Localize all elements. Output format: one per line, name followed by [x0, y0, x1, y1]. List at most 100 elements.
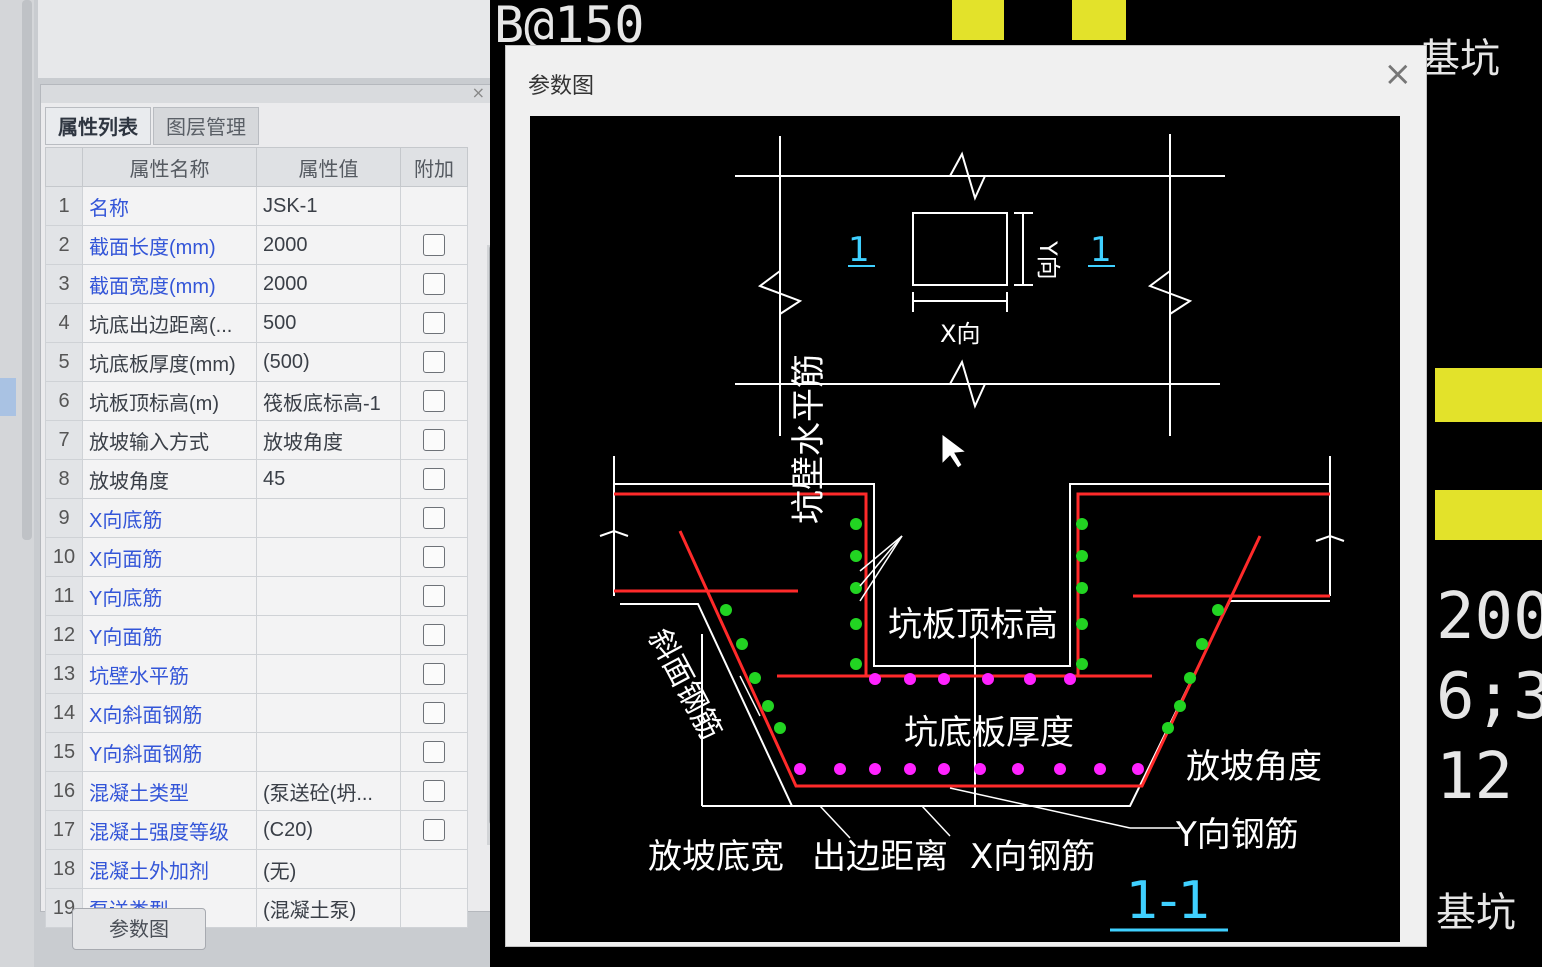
property-value[interactable]: (C20): [256, 810, 401, 850]
close-icon[interactable]: ×: [1384, 54, 1413, 94]
label-edge-distance: 出边距离: [812, 837, 948, 877]
extra-checkbox[interactable]: [423, 780, 445, 803]
table-row[interactable]: 11 Y向底筋: [45, 576, 468, 616]
row-index: 1: [45, 186, 83, 226]
edge-scrollbar[interactable]: [22, 0, 32, 540]
property-name: 混凝土强度等级: [82, 810, 257, 850]
extra-cell: [400, 342, 468, 382]
label-wall-horizontal-bar: 坑壁水平筋: [789, 354, 829, 524]
extra-checkbox[interactable]: [423, 585, 445, 608]
property-value[interactable]: [256, 615, 401, 655]
property-value[interactable]: (混凝土泵): [256, 888, 401, 928]
property-value[interactable]: 2000: [256, 225, 401, 265]
wall-bar-dot: [850, 618, 862, 630]
extra-checkbox[interactable]: [423, 273, 445, 296]
wall-bar-dot: [720, 604, 732, 616]
panel-close-icon[interactable]: ×: [472, 84, 485, 102]
extra-checkbox[interactable]: [423, 546, 445, 569]
table-row[interactable]: 13 坑壁水平筋: [45, 654, 468, 694]
table-row[interactable]: 7 放坡输入方式 放坡角度: [45, 420, 468, 460]
table-row[interactable]: 12 Y向面筋: [45, 615, 468, 655]
param-diagram-button[interactable]: 参数图: [72, 908, 206, 950]
plan-section-mark-right: 1: [1090, 230, 1112, 270]
extra-checkbox[interactable]: [423, 429, 445, 452]
table-row[interactable]: 4 坑底出边距离(... 500: [45, 303, 468, 343]
property-value[interactable]: [256, 498, 401, 538]
table-row[interactable]: 17 混凝土强度等级 (C20): [45, 810, 468, 850]
table-row[interactable]: 6 坑板顶标高(m) 筏板底标高-1: [45, 381, 468, 421]
extra-cell: [400, 849, 468, 889]
property-name: Y向斜面钢筋: [82, 732, 257, 772]
row-index: 16: [45, 771, 83, 811]
property-name: 坑底板厚度(mm): [82, 342, 257, 382]
extra-checkbox[interactable]: [423, 741, 445, 764]
extra-checkbox[interactable]: [423, 390, 445, 413]
property-value[interactable]: [256, 732, 401, 772]
extra-cell: [400, 654, 468, 694]
extra-checkbox[interactable]: [423, 663, 445, 686]
extra-checkbox[interactable]: [423, 624, 445, 647]
table-row[interactable]: 10 X向面筋: [45, 537, 468, 577]
property-name: 坑板顶标高(m): [82, 381, 257, 421]
cad-yellow-beam: [1072, 0, 1126, 40]
tab-property-list[interactable]: 属性列表: [45, 107, 151, 145]
property-name: Y向底筋: [82, 576, 257, 616]
property-value[interactable]: (无): [256, 849, 401, 889]
row-index: 3: [45, 264, 83, 304]
table-row[interactable]: 1 名称 JSK-1: [45, 186, 468, 226]
wall-bar-dot: [1076, 618, 1088, 630]
extra-checkbox[interactable]: [423, 702, 445, 725]
property-value[interactable]: [256, 693, 401, 733]
property-value[interactable]: 放坡角度: [256, 420, 401, 460]
wall-bar-dot: [850, 658, 862, 670]
extra-checkbox[interactable]: [423, 507, 445, 530]
extra-cell: [400, 264, 468, 304]
bottom-bar-dot: [834, 763, 846, 775]
property-name: X向底筋: [82, 498, 257, 538]
bottom-bar-dot: [974, 763, 986, 775]
bottom-bar-dot: [1064, 673, 1076, 685]
property-value[interactable]: JSK-1: [256, 186, 401, 226]
extra-checkbox[interactable]: [423, 351, 445, 374]
property-value[interactable]: 筏板底标高-1: [256, 381, 401, 421]
table-row[interactable]: 15 Y向斜面钢筋: [45, 732, 468, 772]
property-value[interactable]: (泵送砼(坍...: [256, 771, 401, 811]
property-name: 放坡角度: [82, 459, 257, 499]
extra-checkbox[interactable]: [423, 468, 445, 491]
wall-bar-dot: [736, 638, 748, 650]
row-index: 14: [45, 693, 83, 733]
extra-cell: [400, 381, 468, 421]
cad-text-size: 12: [1436, 740, 1514, 814]
wall-bar-dot: [762, 700, 774, 712]
upper-empty-area: [38, 0, 490, 78]
property-value[interactable]: 45: [256, 459, 401, 499]
table-row[interactable]: 14 X向斜面钢筋: [45, 693, 468, 733]
extra-checkbox[interactable]: [423, 234, 445, 257]
table-row[interactable]: 5 坑底板厚度(mm) (500): [45, 342, 468, 382]
bottom-bar-dot: [904, 673, 916, 685]
extra-checkbox[interactable]: [423, 312, 445, 335]
table-row[interactable]: 3 截面宽度(mm) 2000: [45, 264, 468, 304]
property-value[interactable]: [256, 576, 401, 616]
tab-layer-management[interactable]: 图层管理: [153, 107, 259, 145]
left-edge-strip: [0, 0, 34, 967]
property-name: 截面宽度(mm): [82, 264, 257, 304]
property-value[interactable]: 500: [256, 303, 401, 343]
table-row[interactable]: 16 混凝土类型 (泵送砼(坍...: [45, 771, 468, 811]
row-index: 2: [45, 225, 83, 265]
table-row[interactable]: 8 放坡角度 45: [45, 459, 468, 499]
property-value[interactable]: [256, 654, 401, 694]
property-value[interactable]: 2000: [256, 264, 401, 304]
property-value[interactable]: (500): [256, 342, 401, 382]
table-row[interactable]: 18 混凝土外加剂 (无): [45, 849, 468, 889]
extra-checkbox[interactable]: [423, 819, 445, 842]
table-row[interactable]: 9 X向底筋: [45, 498, 468, 538]
extra-cell: [400, 303, 468, 343]
table-row[interactable]: 2 截面长度(mm) 2000: [45, 225, 468, 265]
bottom-bar-dot: [938, 763, 950, 775]
row-index: 4: [45, 303, 83, 343]
row-index: 6: [45, 381, 83, 421]
wall-bar-dot: [1162, 722, 1174, 734]
property-value[interactable]: [256, 537, 401, 577]
extra-cell: [400, 420, 468, 460]
